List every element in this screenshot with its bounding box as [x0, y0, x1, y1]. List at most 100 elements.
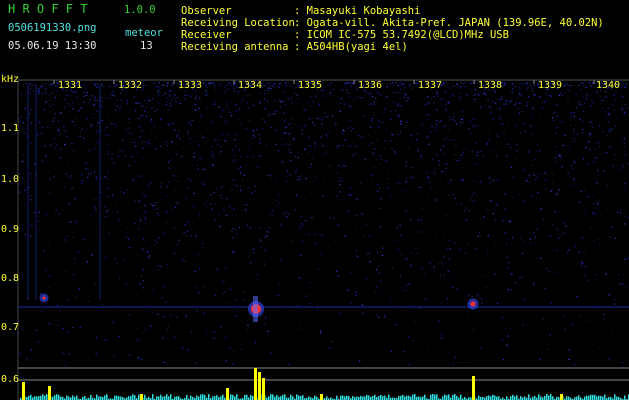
noise-pixel	[556, 272, 559, 274]
noise-pixel	[47, 171, 49, 173]
noise-pixel	[597, 203, 599, 205]
noise-pixel	[279, 282, 281, 284]
noise-pixel	[221, 110, 223, 112]
noise-pixel	[194, 189, 196, 191]
noise-pixel	[278, 193, 280, 195]
noise-pixel	[185, 195, 187, 197]
activity-bar	[448, 394, 450, 400]
noise-pixel	[486, 249, 488, 251]
noise-pixel	[105, 97, 108, 100]
noise-pixel	[603, 170, 605, 172]
noise-pixel	[193, 222, 195, 224]
noise-pixel	[474, 93, 476, 95]
noise-pixel	[411, 167, 414, 169]
noise-pixel	[442, 98, 444, 100]
noise-pixel	[515, 97, 517, 100]
noise-pixel	[496, 134, 498, 136]
activity-bar	[104, 395, 106, 400]
noise-pixel	[526, 101, 528, 104]
noise-pixel	[65, 173, 67, 175]
noise-pixel	[614, 237, 616, 239]
noise-pixel	[168, 124, 170, 126]
noise-pixel	[330, 341, 332, 343]
noise-pixel	[418, 186, 420, 188]
noise-pixel	[383, 112, 385, 114]
noise-pixel	[285, 126, 288, 128]
activity-peak	[48, 386, 51, 400]
noise-pixel	[77, 165, 79, 167]
noise-pixel	[95, 156, 97, 158]
noise-pixel	[581, 104, 583, 106]
noise-pixel	[173, 97, 175, 99]
activity-bar	[600, 395, 602, 400]
noise-pixel	[132, 178, 134, 181]
noise-pixel	[525, 144, 527, 146]
noise-pixel	[539, 150, 541, 152]
noise-pixel	[405, 203, 407, 205]
noise-pixel	[135, 110, 137, 112]
activity-bar	[170, 394, 172, 400]
noise-pixel	[156, 208, 159, 210]
noise-pixel	[606, 152, 608, 154]
noise-pixel	[443, 171, 445, 173]
noise-pixel	[578, 100, 581, 103]
noise-pixel	[406, 161, 408, 163]
noise-pixel	[139, 283, 141, 285]
noise-pixel	[272, 215, 275, 217]
noise-pixel	[595, 147, 597, 150]
noise-pixel	[337, 144, 339, 146]
noise-pixel	[267, 87, 270, 89]
noise-pixel	[68, 176, 70, 178]
noise-pixel	[606, 96, 608, 98]
noise-pixel	[257, 166, 259, 168]
noise-pixel	[152, 312, 154, 314]
noise-pixel	[502, 220, 504, 222]
noise-pixel	[145, 223, 147, 225]
noise-pixel	[181, 155, 183, 157]
noise-pixel	[309, 167, 311, 169]
noise-pixel	[380, 94, 382, 96]
noise-pixel	[81, 182, 83, 184]
noise-pixel	[521, 111, 523, 113]
noise-pixel	[24, 189, 26, 191]
activity-bar	[214, 396, 216, 400]
noise-pixel	[615, 154, 617, 156]
noise-pixel	[233, 251, 235, 253]
noise-pixel	[435, 126, 437, 128]
noise-pixel	[171, 84, 173, 86]
noise-pixel	[53, 88, 55, 90]
noise-pixel	[43, 250, 45, 252]
noise-pixel	[276, 111, 278, 113]
noise-pixel	[377, 184, 379, 186]
noise-pixel	[624, 223, 626, 225]
noise-pixel	[427, 96, 429, 98]
noise-pixel	[267, 231, 269, 233]
noise-pixel	[510, 221, 512, 223]
noise-pixel	[291, 117, 294, 119]
noise-pixel	[396, 91, 398, 93]
noise-pixel	[140, 220, 142, 222]
activity-bar	[200, 394, 202, 400]
noise-pixel	[65, 141, 67, 143]
noise-pixel	[166, 185, 168, 187]
noise-pixel	[207, 128, 209, 130]
noise-pixel	[95, 276, 97, 279]
noise-pixel	[408, 364, 410, 366]
noise-pixel	[559, 155, 561, 157]
noise-pixel	[347, 119, 349, 121]
noise-pixel	[105, 257, 107, 259]
noise-pixel	[504, 208, 506, 210]
noise-pixel	[582, 158, 585, 160]
noise-pixel	[406, 258, 408, 260]
noise-pixel	[216, 268, 218, 270]
noise-pixel	[470, 89, 472, 91]
noise-pixel	[591, 99, 593, 102]
activity-bar	[198, 396, 200, 400]
noise-pixel	[20, 93, 22, 95]
noise-pixel	[326, 134, 328, 136]
activity-bar	[250, 394, 252, 400]
noise-pixel	[211, 155, 213, 158]
noise-pixel	[83, 95, 85, 97]
noise-pixel	[416, 138, 418, 141]
noise-pixel	[501, 340, 503, 342]
